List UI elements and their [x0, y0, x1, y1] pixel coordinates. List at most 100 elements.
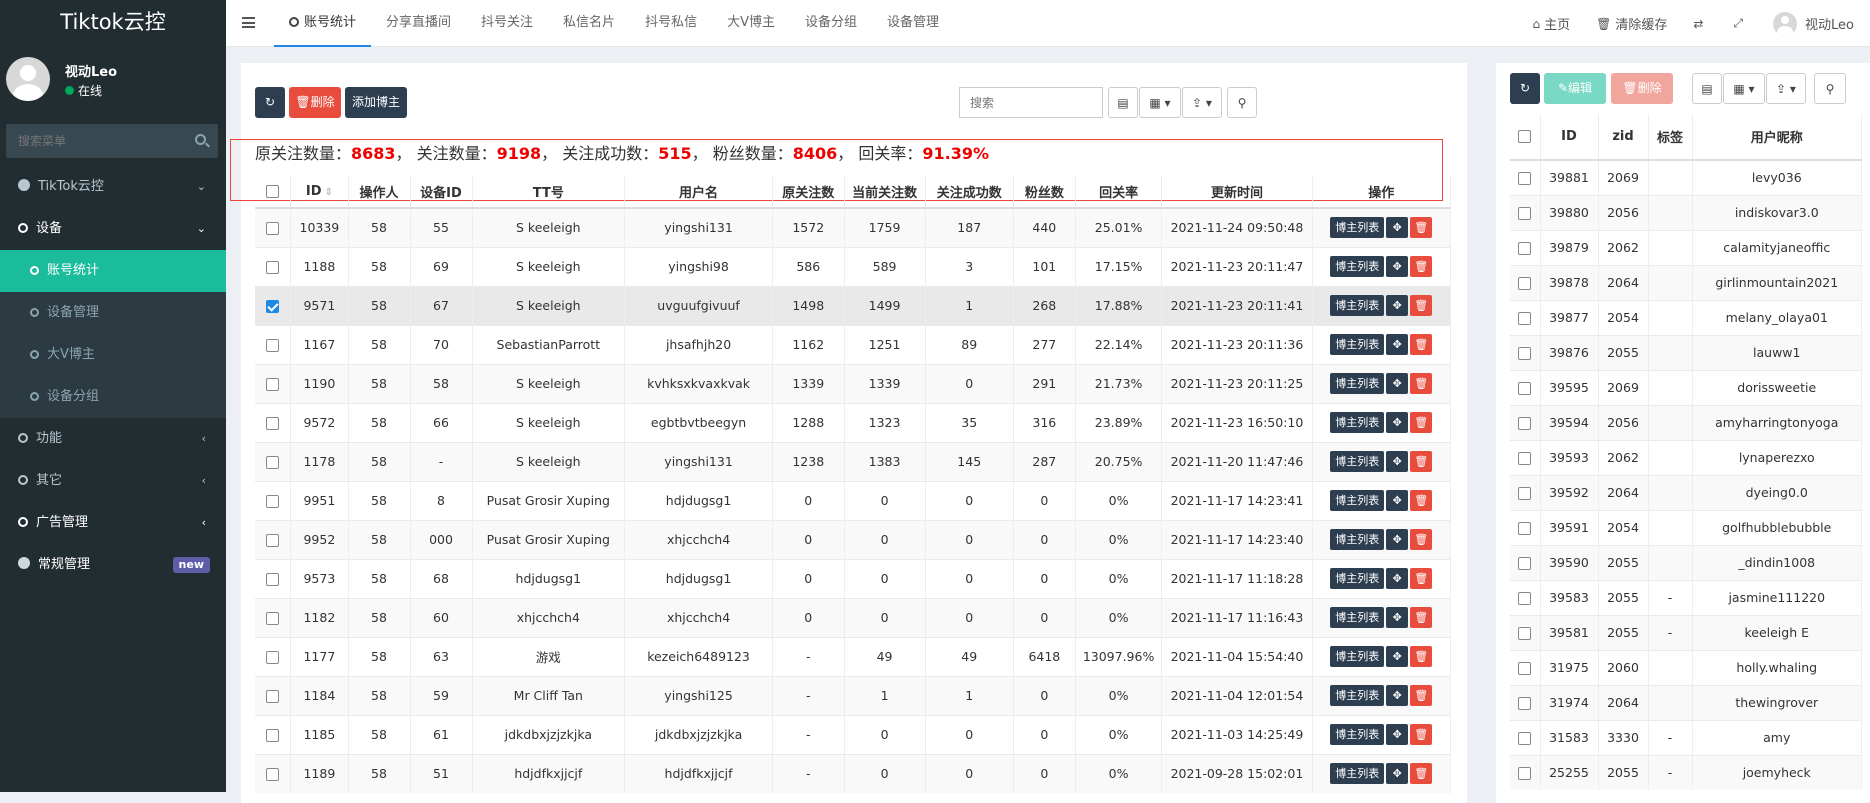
move-icon[interactable]: ✥: [1386, 763, 1409, 785]
home-link[interactable]: ⌂ 主页: [1519, 14, 1583, 34]
table-row[interactable]: 10339 58 55 S keeleigh yingshi131 1572 1759 187…: [255, 207, 1452, 247]
columns-button[interactable]: ▦ ▾: [1139, 87, 1181, 118]
delete-row-icon[interactable]: 🗑: [1410, 256, 1433, 277]
row-checkbox[interactable]: [1518, 487, 1532, 500]
row-checkbox[interactable]: [1518, 767, 1532, 781]
delete-button[interactable]: 🗑删除: [289, 87, 341, 118]
delete-row-icon[interactable]: 🗑: [1410, 490, 1433, 511]
sidebar-item-device-manage[interactable]: 设备管理: [0, 292, 226, 334]
row-checkbox[interactable]: [1518, 732, 1532, 745]
table-view-button[interactable]: ▤: [1108, 87, 1138, 118]
select-all-checkbox[interactable]: [1518, 130, 1532, 143]
row-checkbox[interactable]: [266, 300, 280, 313]
row-checkbox[interactable]: [1518, 382, 1532, 395]
row-checkbox[interactable]: [1518, 452, 1532, 465]
menu-toggle-icon[interactable]: [242, 17, 255, 28]
host-list-button[interactable]: 博主列表: [1330, 256, 1385, 277]
move-icon[interactable]: ✥: [1386, 646, 1409, 667]
move-icon[interactable]: ✥: [1386, 607, 1409, 628]
row-checkbox[interactable]: [266, 261, 280, 274]
tab-device-group[interactable]: 设备分组: [790, 0, 872, 47]
tab-device-manage[interactable]: 设备管理: [872, 0, 954, 47]
table-row[interactable]: 1188 58 69 S keeleigh yingshi98 586 589 3 101 17.…: [255, 246, 1452, 286]
table-row[interactable]: 1184 58 59 Mr Cliff Tan yingshi125-1 1 0 0% 2021…: [255, 675, 1452, 715]
sidebar-item-bigv[interactable]: 大V博主: [0, 334, 226, 376]
row-checkbox[interactable]: [1518, 417, 1532, 430]
table-row[interactable]: 1182 58 60 xhjcchch4 xhjcchch4 0 0 0 0 0% 2021-11-…: [255, 597, 1452, 637]
row-checkbox[interactable]: [266, 651, 280, 664]
delete-row-icon[interactable]: 🗑: [1410, 685, 1433, 706]
table-row[interactable]: 1167 58 70 SebastianParrott jhsafhjh20 1162 12…: [255, 324, 1452, 364]
row-checkbox[interactable]: [266, 612, 280, 625]
host-list-button[interactable]: 博主列表: [1330, 295, 1385, 316]
host-list-button[interactable]: 博主列表: [1330, 763, 1385, 785]
row-checkbox[interactable]: [1518, 557, 1532, 570]
side-refresh-button[interactable]: ↻: [1510, 73, 1540, 104]
app-title[interactable]: Tiktok云控: [0, 0, 226, 47]
table-row[interactable]: 39879 2062 calamityjaneoffic: [1510, 229, 1862, 265]
row-checkbox[interactable]: [1518, 172, 1532, 186]
search-input[interactable]: [959, 87, 1103, 118]
delete-row-icon[interactable]: 🗑: [1410, 607, 1433, 628]
sidebar-item-function[interactable]: 功能 ‹: [0, 418, 226, 460]
move-icon[interactable]: ✥: [1386, 256, 1409, 277]
table-row[interactable]: 9951 58 8 Pusat Grosir Xuping hdjdugsg1 0 0 0 0 0…: [255, 480, 1452, 520]
host-list-button[interactable]: 博主列表: [1330, 373, 1385, 394]
move-icon[interactable]: ✥: [1386, 568, 1409, 589]
table-row[interactable]: 39593 2062 lynaperezxo: [1510, 439, 1862, 475]
tab-share-live[interactable]: 分享直播间: [371, 0, 466, 47]
move-icon[interactable]: ✥: [1386, 334, 1409, 355]
move-icon[interactable]: ✥: [1386, 451, 1409, 472]
host-list-button[interactable]: 博主列表: [1330, 334, 1385, 355]
row-checkbox[interactable]: [266, 768, 280, 782]
language-button[interactable]: ⇄: [1680, 17, 1720, 31]
move-icon[interactable]: ✥: [1386, 724, 1409, 745]
search-button[interactable]: ⚲: [1227, 87, 1257, 118]
move-icon[interactable]: ✥: [1386, 412, 1409, 433]
side-table-view-button[interactable]: ▤: [1692, 73, 1722, 104]
table-row[interactable]: 1177 58 63 游戏 kezeich6489123-49 49 6418 13097.9…: [255, 636, 1452, 676]
select-all-checkbox[interactable]: [266, 184, 280, 198]
sidebar-search-input[interactable]: [6, 124, 218, 158]
host-list-button[interactable]: 博主列表: [1330, 724, 1385, 745]
row-checkbox[interactable]: [266, 690, 280, 703]
host-list-button[interactable]: 博主列表: [1330, 412, 1385, 433]
row-checkbox[interactable]: [1518, 662, 1532, 675]
host-list-button[interactable]: 博主列表: [1330, 568, 1385, 589]
move-icon[interactable]: ✥: [1386, 295, 1409, 316]
move-icon[interactable]: ✥: [1386, 217, 1409, 239]
col-id[interactable]: ID ⇕: [290, 175, 349, 209]
table-row[interactable]: 1190 58 58 S keeleigh kvhksxkvaxkvak 1339 1339…: [255, 363, 1452, 403]
tab-bigv[interactable]: 大V博主: [712, 0, 790, 47]
row-checkbox[interactable]: [1518, 207, 1532, 220]
table-row[interactable]: 9571 58 67 S keeleigh uvguufgivuuf 1498 1499 1 2…: [255, 285, 1452, 325]
table-row[interactable]: 31974 2064 thewingrover: [1510, 684, 1862, 720]
row-checkbox[interactable]: [1518, 242, 1532, 255]
table-row[interactable]: 9572 58 66 S keeleigh egbtbvtbeegyn 1288 1323 3…: [255, 402, 1452, 442]
add-host-button[interactable]: 添加博主: [345, 87, 407, 118]
tab-account-stats[interactable]: 账号统计: [274, 0, 372, 47]
table-row[interactable]: 39880 2056 indiskovar3.0: [1510, 194, 1862, 230]
side-delete-button[interactable]: 🗑删除: [1611, 73, 1673, 104]
table-row[interactable]: 39595 2069 dorissweetie: [1510, 369, 1862, 405]
delete-row-icon[interactable]: 🗑: [1410, 763, 1433, 785]
delete-row-icon[interactable]: 🗑: [1410, 373, 1433, 394]
row-checkbox[interactable]: [266, 573, 280, 586]
host-list-button[interactable]: 博主列表: [1330, 646, 1385, 667]
delete-row-icon[interactable]: 🗑: [1410, 451, 1433, 472]
table-row[interactable]: 39591 2054 golfhubblebubble: [1510, 509, 1862, 545]
row-checkbox[interactable]: [266, 417, 280, 430]
host-list-button[interactable]: 博主列表: [1330, 607, 1385, 628]
row-checkbox[interactable]: [266, 456, 280, 469]
delete-row-icon[interactable]: 🗑: [1410, 529, 1433, 550]
move-icon[interactable]: ✥: [1386, 373, 1409, 394]
delete-row-icon[interactable]: 🗑: [1410, 724, 1433, 745]
table-row[interactable]: 9573 58 68 hdjdugsg1 hdjdugsg1 0 0 0 0 0% 2021-11-…: [255, 558, 1452, 598]
table-row[interactable]: 39878 2064 girlinmountain2021: [1510, 264, 1862, 300]
table-row[interactable]: 39583 2055- jasmine111220: [1510, 579, 1862, 615]
table-row[interactable]: 1178 58- S keeleigh yingshi131 1238 1383 145 28…: [255, 441, 1452, 481]
sidebar-item-ads[interactable]: 广告管理 ‹: [0, 502, 226, 544]
refresh-button[interactable]: ↻: [255, 87, 285, 118]
table-row[interactable]: 31975 2060 holly.whaling: [1510, 649, 1862, 685]
table-row[interactable]: 39592 2064 dyeing0.0: [1510, 474, 1862, 510]
